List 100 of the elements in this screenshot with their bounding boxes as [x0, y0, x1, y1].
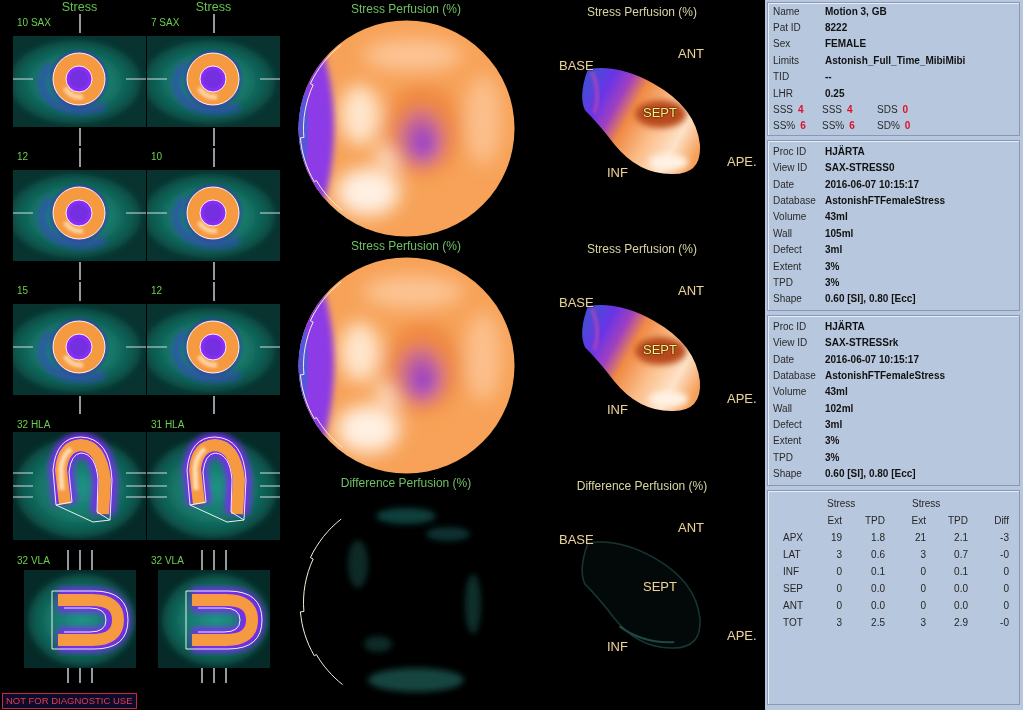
table-cell: 0 — [920, 599, 926, 611]
score-value: 6 — [800, 120, 806, 132]
map-title: Difference Perfusion (%) — [340, 475, 472, 491]
field-label: Defect — [773, 419, 802, 431]
field-label: Wall — [773, 227, 793, 239]
table-cell: 0.0 — [871, 599, 885, 611]
orientation-label: SEPT — [643, 579, 677, 594]
orientation-label: INF — [607, 639, 628, 654]
table-cell: 0.7 — [954, 548, 968, 560]
field-label: View ID — [773, 337, 808, 349]
map-title: Stress Perfusion (%) — [350, 238, 461, 254]
field-label: Date — [773, 353, 795, 365]
field-value: 3% — [825, 260, 840, 272]
field-label: Limits — [773, 54, 800, 66]
slice-marker-icon — [66, 550, 93, 570]
field-label: View ID — [773, 162, 808, 174]
field-label: Database — [773, 369, 816, 381]
field-value: 43ml — [825, 211, 848, 223]
table-cell: 0 — [836, 565, 842, 577]
orientation-label: APE. — [727, 391, 757, 406]
slice-marker-icon — [212, 148, 215, 167]
field-label: Defect — [773, 244, 802, 256]
field-value: 105ml — [825, 227, 854, 239]
slice-marker-icon — [212, 128, 215, 146]
field-value: 3% — [825, 451, 840, 463]
table-cell: 0 — [920, 565, 926, 577]
orientation-label: BASE — [559, 532, 594, 547]
view-title: Difference Perfusion (%) — [576, 478, 708, 494]
slice-label: 32 VLA — [17, 555, 50, 567]
column-header: TPD — [865, 514, 885, 526]
slice-marker-icon — [212, 282, 215, 301]
column-title: Stress — [195, 0, 232, 14]
warning-banner: NOT FOR DIAGNOSTIC USE — [2, 693, 137, 709]
field-value: 0.60 [SI], 0.80 [Ecc] — [825, 293, 916, 305]
table-cell: 0 — [920, 582, 926, 594]
field-label: TPD — [773, 276, 793, 288]
field-label: Wall — [773, 402, 793, 414]
field-value: FEMALE — [825, 38, 867, 50]
field-label: Sex — [773, 38, 791, 50]
table-cell: 0 — [1003, 582, 1009, 594]
slice-label: 15 — [17, 285, 29, 297]
field-value: SAX-STRESS0 — [825, 162, 895, 174]
field-label: Volume — [773, 386, 807, 398]
field-value: HJÄRTA — [825, 145, 865, 157]
field-value: 3ml — [825, 419, 843, 431]
row-header: LAT — [783, 548, 801, 560]
table-cell: -0 — [1000, 616, 1009, 628]
field-label: Name — [773, 5, 800, 17]
column-header: TPD — [948, 514, 968, 526]
score-value: 4 — [847, 104, 853, 116]
score-value: 6 — [849, 120, 855, 132]
orientation-label: BASE — [559, 58, 594, 73]
slice-marker-icon — [212, 14, 215, 33]
table-cell: -3 — [1000, 531, 1009, 543]
score-value: 4 — [798, 104, 804, 116]
field-value: 0.60 [SI], 0.80 [Ecc] — [825, 468, 916, 480]
table-cell: 3 — [920, 616, 926, 628]
field-value: -- — [825, 71, 832, 83]
slice-label: 12 — [17, 151, 29, 163]
slice-label: 32 HLA — [17, 419, 51, 431]
row-header: ANT — [783, 599, 803, 611]
table-cell: 0.0 — [871, 582, 885, 594]
table-cell: 3 — [920, 548, 926, 560]
field-value: Astonish_Full_Time_MibiMibi — [825, 54, 966, 66]
field-value: 102ml — [825, 402, 854, 414]
field-label: Proc ID — [773, 320, 807, 332]
table-cell: 21 — [914, 531, 926, 543]
column-group-header: Stress — [827, 497, 856, 509]
field-value: 0.25 — [825, 87, 845, 99]
field-value: Motion 3, GB — [825, 5, 887, 17]
row-header: SEP — [783, 582, 803, 594]
score-value: 0 — [902, 104, 909, 116]
column-title: Stress — [61, 0, 98, 14]
orientation-label: SEPT — [643, 342, 677, 357]
column-header: Ext — [911, 514, 926, 526]
table-cell: 0.0 — [954, 599, 968, 611]
orientation-label: APE. — [727, 628, 757, 643]
score-label: SD% — [877, 120, 900, 132]
slice-marker-icon — [78, 262, 81, 280]
view-title: Stress Perfusion (%) — [586, 4, 697, 20]
slice-marker-icon — [66, 668, 93, 683]
orientation-label: INF — [607, 165, 628, 180]
field-label: Database — [773, 195, 816, 206]
field-label: Shape — [773, 468, 802, 480]
slice-marker-icon — [78, 396, 81, 414]
field-label: Proc ID — [773, 145, 807, 157]
field-label: Extent — [773, 435, 802, 447]
field-label: Date — [773, 178, 795, 190]
table-cell: 1.8 — [871, 531, 885, 543]
orientation-label: ANT — [678, 520, 704, 535]
orientation-label: INF — [607, 402, 628, 417]
column-header: Diff — [994, 514, 1009, 526]
slice-marker-icon — [212, 396, 215, 414]
table-cell: 0 — [1003, 565, 1009, 577]
field-label: Pat ID — [773, 22, 801, 34]
field-value: SAX-STRESSrk — [825, 337, 899, 349]
score-label: SDS — [877, 104, 898, 116]
field-label: Shape — [773, 293, 802, 305]
field-label: TID — [773, 71, 790, 83]
table-cell: 0 — [836, 582, 842, 594]
